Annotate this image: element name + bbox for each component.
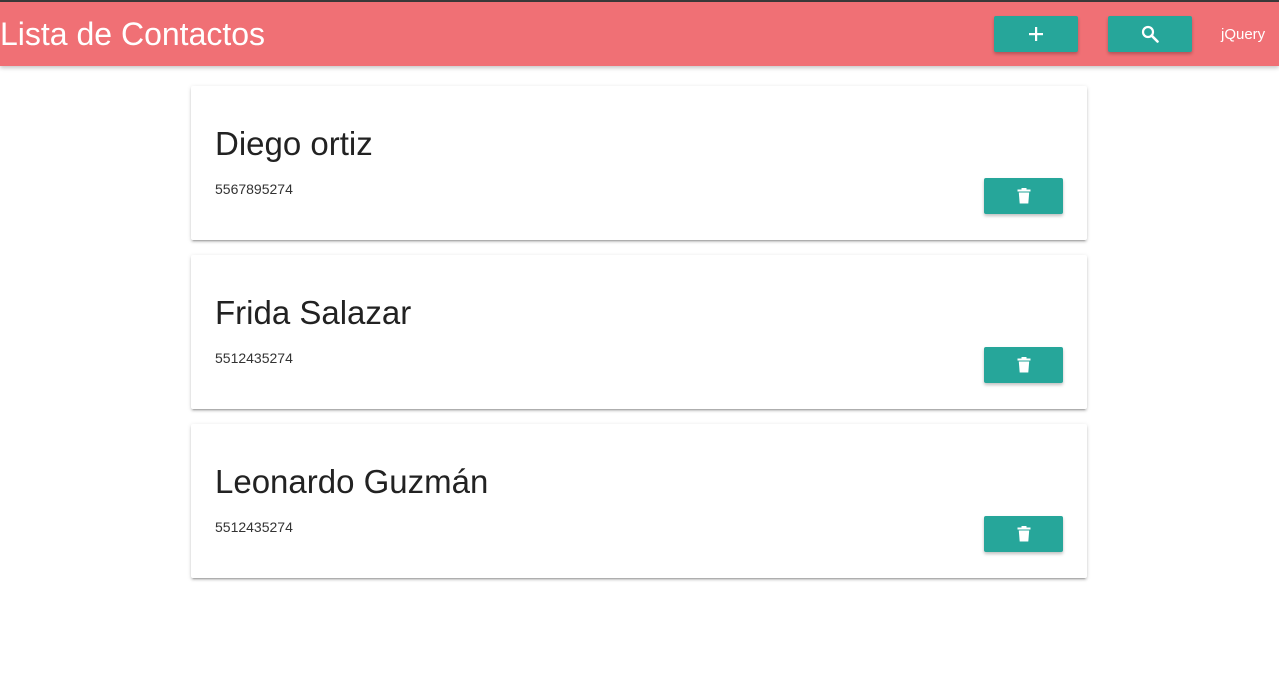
contact-name: Diego ortiz (215, 125, 373, 162)
contact-name: Leonardo Guzmán (215, 463, 489, 500)
page-title[interactable]: Lista de Contactos (0, 15, 265, 53)
delete-contact-button[interactable] (984, 516, 1063, 552)
contact-card: Diego ortiz 5567895274 (191, 86, 1087, 240)
plus-icon (1028, 26, 1044, 42)
contact-phone: 5512435274 (215, 519, 293, 535)
navbar: Lista de Contactos jQuery (0, 2, 1279, 66)
jquery-link[interactable]: jQuery (1221, 25, 1265, 45)
contact-phone: 5512435274 (215, 350, 293, 366)
delete-contact-button[interactable] (984, 347, 1063, 383)
add-contact-button[interactable] (994, 16, 1078, 52)
search-button[interactable] (1108, 16, 1192, 52)
delete-contact-button[interactable] (984, 178, 1063, 214)
trash-icon (1017, 526, 1031, 542)
search-icon (1141, 25, 1159, 43)
trash-icon (1017, 357, 1031, 373)
contact-card: Leonardo Guzmán 5512435274 (191, 424, 1087, 578)
trash-icon (1017, 188, 1031, 204)
contact-card: Frida Salazar 5512435274 (191, 255, 1087, 409)
contact-phone: 5567895274 (215, 181, 293, 197)
contact-name: Frida Salazar (215, 294, 412, 331)
